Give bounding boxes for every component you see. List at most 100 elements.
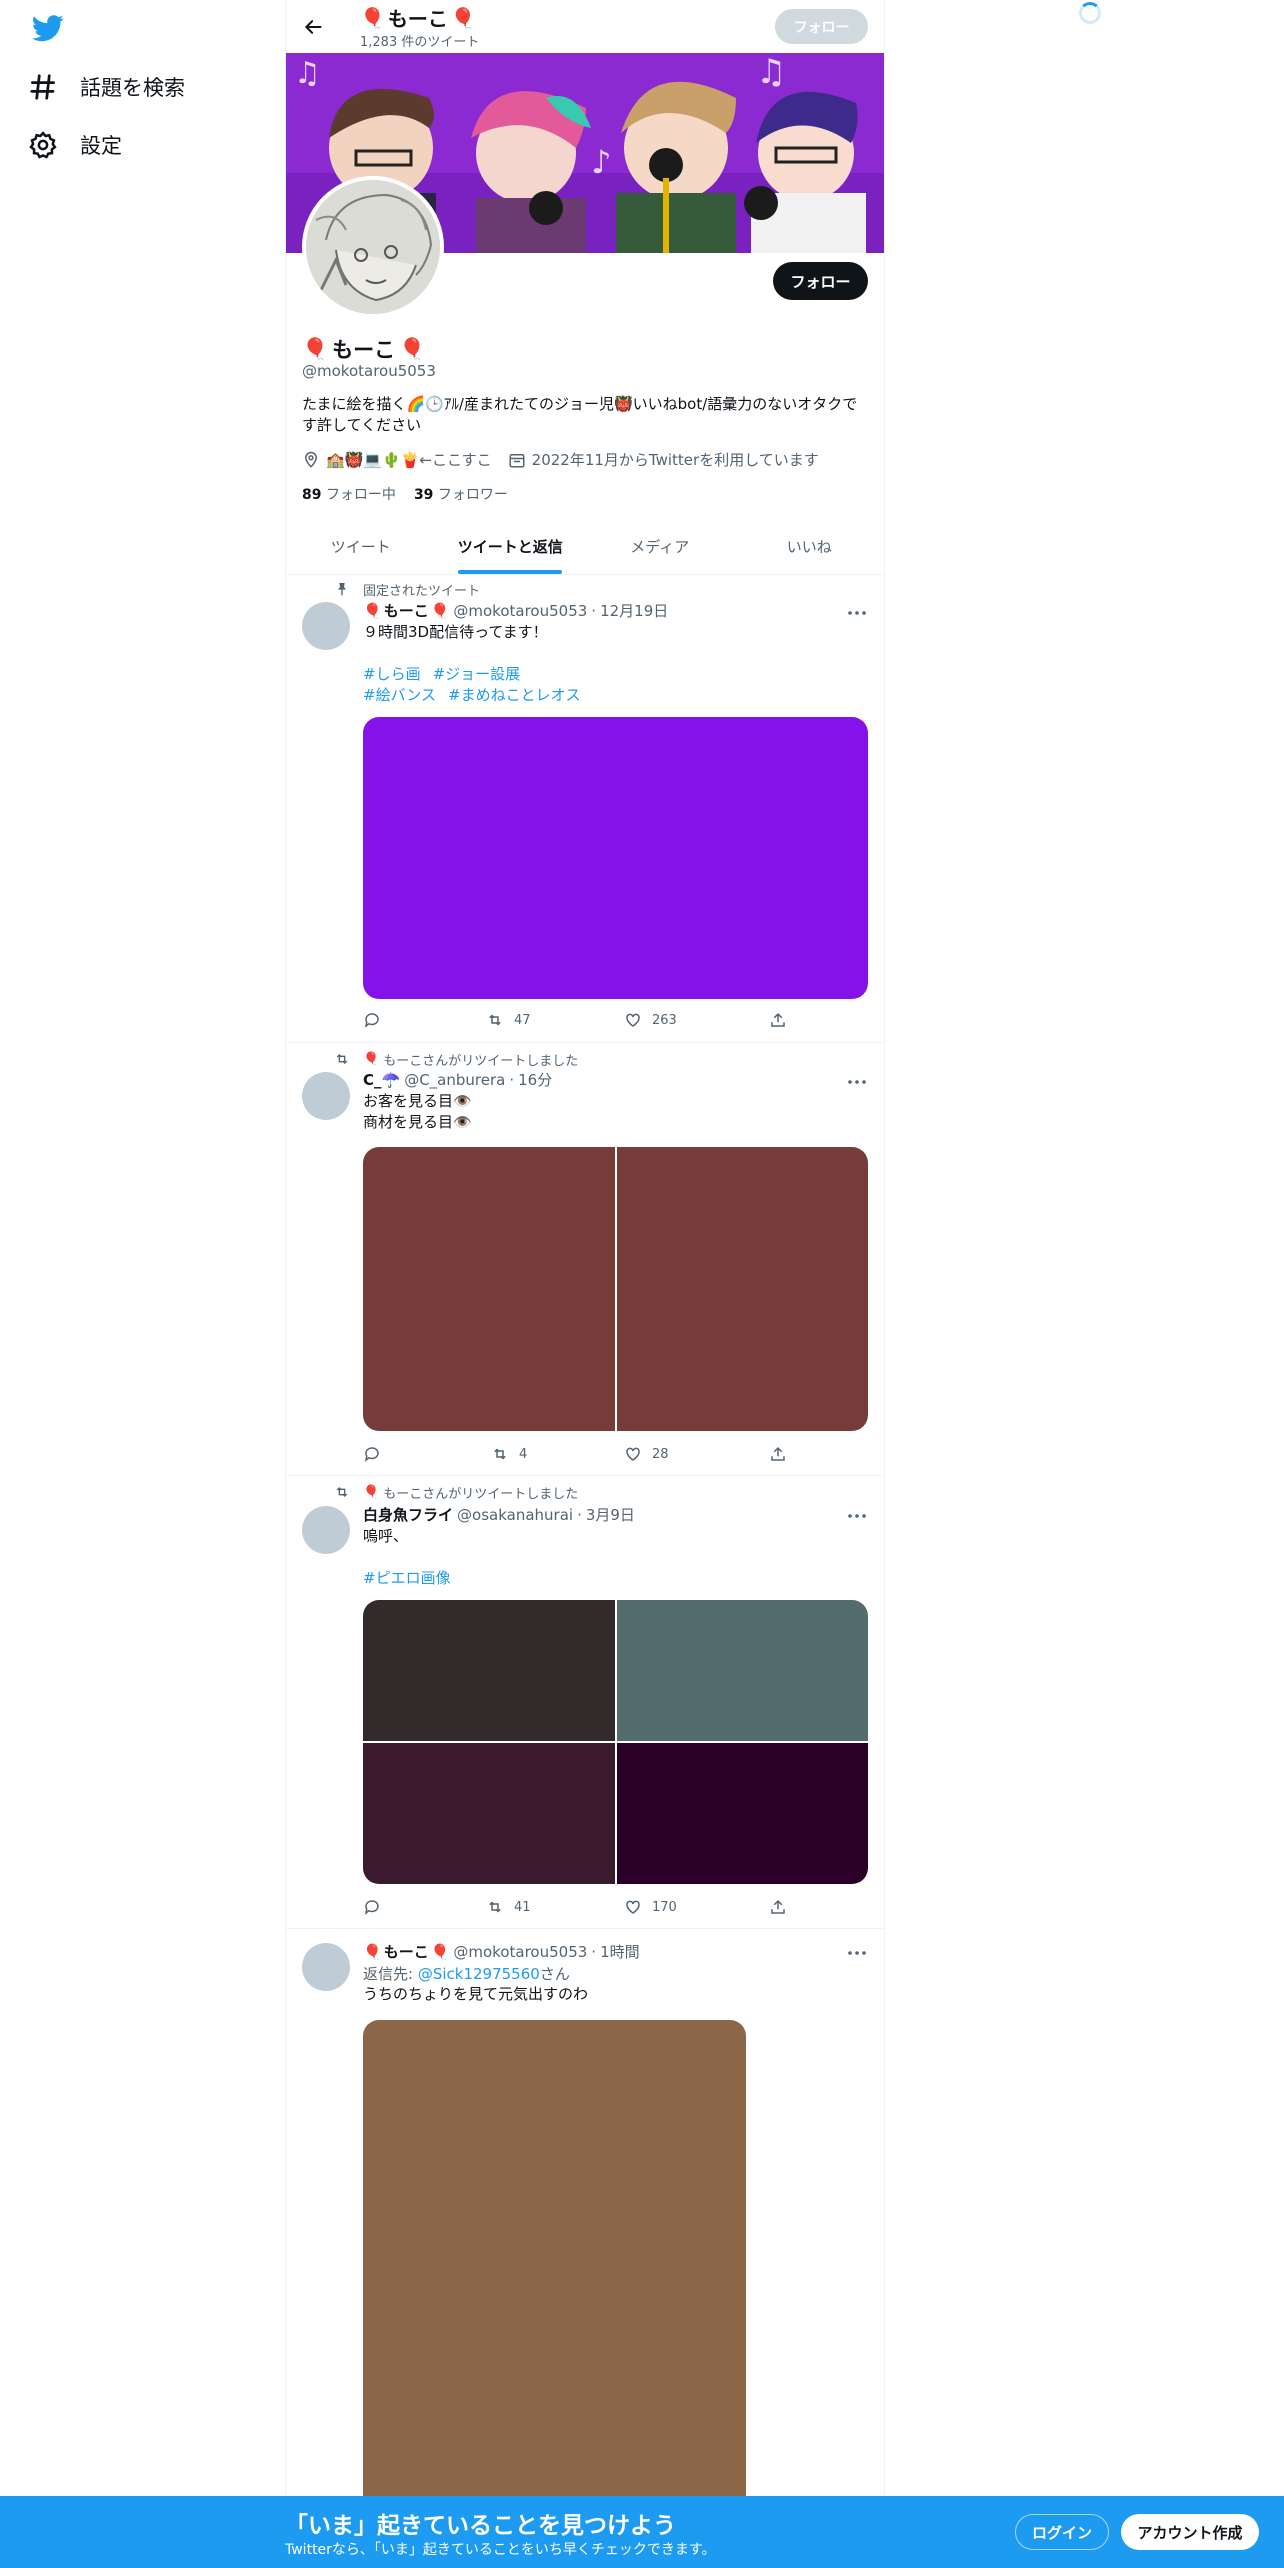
sidebar-item-explore[interactable]: 話題を検索 xyxy=(28,62,185,112)
profile-meta: 🏫👹💻🌵🍟←ここすこ 2022年11月からTwitterを利用しています xyxy=(302,449,819,470)
reply-button[interactable] xyxy=(363,1011,381,1029)
profile-column: 🎈 もーこ 🎈 1,283 件のツイート フォロー ♫ ♪ ♫ フォロー 🎈 も… xyxy=(285,0,885,2568)
tweet-header: 🎈 もーこ 🎈 @mokotarou5053 · 12月19日 xyxy=(363,600,668,621)
tweet-author-name[interactable]: 🎈 もーこ 🎈 xyxy=(363,600,449,621)
following-link[interactable]: 89 フォロー中 xyxy=(302,484,396,504)
active-tab-indicator xyxy=(458,570,563,574)
svg-text:♫: ♫ xyxy=(294,56,321,91)
share-button[interactable] xyxy=(769,1011,787,1029)
tweet-author-name[interactable]: 🎈 もーこ 🎈 xyxy=(363,1941,449,1962)
tweet-actions: 47 263 xyxy=(363,1010,785,1030)
tweet-header: 🎈 もーこ 🎈 @mokotarou5053 · 1時間 xyxy=(363,1941,640,1962)
tweet-avatar[interactable] xyxy=(302,602,350,650)
more-options-icon[interactable] xyxy=(846,1943,868,1963)
retweet-button[interactable]: 47 xyxy=(486,1011,531,1029)
reply-button[interactable] xyxy=(363,1445,381,1463)
follow-button[interactable]: フォロー xyxy=(773,262,868,300)
like-button[interactable]: 170 xyxy=(624,1898,677,1916)
tab-likes[interactable]: いいね xyxy=(735,518,885,574)
hashtag-link[interactable]: #ジョー設展 xyxy=(433,665,521,683)
tweet-date[interactable]: 1時間 xyxy=(600,1941,640,1962)
followers-link[interactable]: 39 フォロワー xyxy=(414,484,508,504)
tweet-author-handle: @osakanahurai xyxy=(457,1505,574,1524)
like-button[interactable]: 28 xyxy=(624,1445,669,1463)
tweet-media-grid xyxy=(363,1600,868,1884)
more-options-icon[interactable] xyxy=(846,603,868,623)
signup-banner-title: 「いま」起きていることを見つけよう xyxy=(285,2513,676,2539)
retweet-icon xyxy=(336,1054,348,1064)
create-account-button[interactable]: アカウント作成 xyxy=(1121,2514,1259,2550)
tweet[interactable]: 🎈 もーこさんがリツイートしました 白身魚フライ @osakanahurai · … xyxy=(286,1476,884,1929)
balloon-emoji-icon: 🎈 xyxy=(450,5,476,30)
hashtag-link[interactable]: #絵バンス xyxy=(363,686,436,704)
signup-banner-subtitle: Twitterなら、「いま」起きていることをいち早くチェックできます。 xyxy=(285,2542,716,2558)
hashtag-link[interactable]: #まめねことレオス xyxy=(448,686,581,704)
share-button[interactable] xyxy=(769,1898,787,1916)
share-icon xyxy=(771,1012,785,1027)
login-button[interactable]: ログイン xyxy=(1015,2514,1109,2550)
tweet[interactable]: 🎈 もーこ 🎈 @mokotarou5053 · 1時間 返信先: @Sick129… xyxy=(286,1929,884,2568)
reply-button[interactable] xyxy=(363,1898,381,1916)
tweet-context: 固定されたツイート xyxy=(363,584,481,599)
tweet-actions: 4 28 xyxy=(363,1444,785,1464)
tweet-date[interactable]: 16分 xyxy=(518,1069,552,1090)
retweet-icon xyxy=(336,1487,348,1497)
reply-to-link[interactable]: @Sick12975560 xyxy=(418,1965,540,1983)
tweet-avatar[interactable] xyxy=(302,1506,350,1554)
tweet-media-image[interactable] xyxy=(616,1600,868,1741)
back-button[interactable] xyxy=(296,10,330,44)
hashtag-link[interactable]: #しら画 xyxy=(363,665,421,683)
retweet-button[interactable]: 41 xyxy=(486,1898,531,1916)
tab-tweets[interactable]: ツイート xyxy=(286,518,436,574)
balloon-emoji-icon: 🎈 xyxy=(430,601,450,620)
sidebar-item-settings[interactable]: 設定 xyxy=(28,120,122,170)
balloon-emoji-icon: 🎈 xyxy=(363,601,382,620)
reply-to-line: 返信先: @Sick12975560さん xyxy=(363,1965,570,1983)
tweet-text: お客を見る目👁️ 商材を見る目👁️ xyxy=(363,1092,472,1131)
like-button[interactable]: 263 xyxy=(624,1011,677,1029)
tweet-media-image[interactable] xyxy=(363,2020,746,2568)
tab-media[interactable]: メディア xyxy=(585,518,735,574)
tweet-actions: 41 170 xyxy=(363,1897,785,1917)
tweet-avatar[interactable] xyxy=(302,1072,350,1120)
balloon-emoji-icon: 🎈 xyxy=(363,1052,380,1067)
follow-stats: 89 フォロー中 39 フォロワー xyxy=(302,484,508,504)
retweet-button[interactable]: 4 xyxy=(491,1445,527,1463)
hashtag-link[interactable]: #ピエロ画像 xyxy=(363,1569,451,1587)
profile-location: 🏫👹💻🌵🍟←ここすこ xyxy=(326,451,492,469)
more-options-icon[interactable] xyxy=(846,1506,868,1526)
avatar-sketch-image xyxy=(306,180,440,314)
sidebar-item-label: 話題を検索 xyxy=(80,76,185,100)
tweet-avatar[interactable] xyxy=(302,1943,350,1991)
share-button[interactable] xyxy=(769,1445,787,1463)
profile-name: 🎈 もーこ 🎈 xyxy=(302,336,426,363)
tweet-date[interactable]: 12月19日 xyxy=(600,600,668,621)
header-follow-button[interactable]: フォロー xyxy=(775,9,868,44)
tweet-media-image[interactable] xyxy=(616,1743,868,1884)
tweet[interactable]: 固定されたツイート 🎈 もーこ 🎈 @mokotarou5053 · 12月19日 … xyxy=(286,575,884,1043)
tweet-media-image[interactable] xyxy=(363,1743,615,1884)
profile-avatar[interactable] xyxy=(302,176,444,318)
heart-icon xyxy=(626,1900,640,1914)
tweet-media-image[interactable] xyxy=(616,1147,868,1431)
tweet-header: C_☂️ @C_anburera · 16分 xyxy=(363,1069,552,1090)
tweet-media-image[interactable] xyxy=(363,717,868,999)
reply-icon xyxy=(364,1013,379,1028)
location-icon xyxy=(304,451,318,468)
tab-tweets-and-replies[interactable]: ツイートと返信 xyxy=(436,518,586,574)
tweet-author-name[interactable]: 白身魚フライ xyxy=(363,1504,453,1525)
profile-tabs: ツイート ツイートと返信 メディア いいね xyxy=(286,518,884,575)
more-options-icon[interactable] xyxy=(846,1072,868,1092)
profile-handle: @mokotarou5053 xyxy=(302,362,436,380)
tweet-date[interactable]: 3月9日 xyxy=(586,1504,635,1525)
twitter-logo-icon[interactable] xyxy=(30,12,66,44)
tweet-author-name[interactable]: C_☂️ xyxy=(363,1071,400,1089)
separator-dot: · xyxy=(591,601,597,620)
balloon-emoji-icon: 🎈 xyxy=(360,5,385,30)
profile-header-bar: 🎈 もーこ 🎈 1,283 件のツイート フォロー xyxy=(286,0,884,53)
tweet[interactable]: 🎈 もーこさんがリツイートしました C_☂️ @C_anburera · 16分 … xyxy=(286,1043,884,1476)
tweet-media-image[interactable] xyxy=(363,1600,615,1741)
hashtag-icon xyxy=(30,74,55,100)
tweet-media-image[interactable] xyxy=(363,1147,615,1431)
profile-joined-date: 2022年11月からTwitterを利用しています xyxy=(531,451,819,469)
